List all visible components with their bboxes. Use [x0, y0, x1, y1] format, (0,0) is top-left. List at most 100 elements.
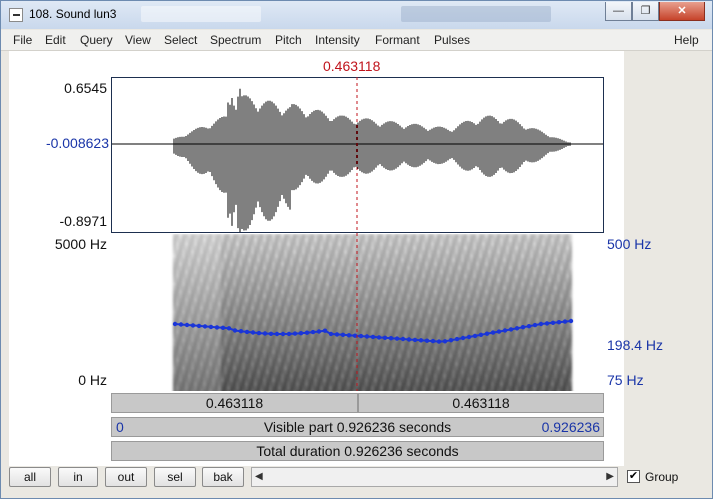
- spectrogram-cell: [407, 386, 410, 390]
- spectrogram-cell: [335, 314, 338, 318]
- spectrogram-cell: [218, 286, 221, 290]
- menu-formant[interactable]: Formant: [375, 33, 420, 47]
- spectrogram-cell: [326, 314, 329, 318]
- spectrogram-cell: [371, 314, 374, 318]
- spectrogram-cell: [245, 258, 248, 262]
- spectrogram-cell: [212, 362, 215, 366]
- spectrogram-cell: [491, 382, 494, 386]
- spectrogram-cell: [194, 378, 197, 382]
- spectrogram-cell: [452, 266, 455, 270]
- spectrogram-cell: [362, 374, 365, 378]
- spectrogram-cell: [287, 326, 290, 330]
- spectrogram-cell: [275, 286, 278, 290]
- spectrogram-cell: [278, 390, 281, 391]
- menu-help[interactable]: Help: [674, 33, 699, 47]
- spectrogram-cell: [473, 294, 476, 298]
- spectrogram-cell: [284, 326, 287, 330]
- spectrogram-cell: [482, 306, 485, 310]
- spectrogram-cell: [260, 314, 263, 318]
- spectrogram-cell: [416, 334, 419, 338]
- spectrogram-cell: [179, 294, 182, 298]
- spectrogram-cell: [293, 338, 296, 342]
- menu-intensity[interactable]: Intensity: [315, 33, 360, 47]
- spectrogram-cell: [461, 250, 464, 254]
- spectrogram-cell: [269, 338, 272, 342]
- spectrogram-cell: [299, 378, 302, 382]
- spectrogram-cell: [323, 250, 326, 254]
- spectrogram-cell: [497, 266, 500, 270]
- menu-view[interactable]: View: [125, 33, 151, 47]
- spectrogram-cell: [473, 282, 476, 286]
- spectrogram-cell: [320, 314, 323, 318]
- spectrogram-cell: [398, 270, 401, 274]
- menu-pulses[interactable]: Pulses: [434, 33, 470, 47]
- spectrogram-cell: [518, 242, 521, 246]
- spectrogram-cell: [299, 374, 302, 378]
- spectrogram-cell: [386, 330, 389, 334]
- spectrogram-cell: [326, 370, 329, 374]
- spectrogram-cell: [500, 386, 503, 390]
- menu-edit[interactable]: Edit: [45, 33, 66, 47]
- spectrogram-cell: [236, 314, 239, 318]
- spectrogram-cell: [266, 290, 269, 294]
- spectrogram-cell: [371, 238, 374, 242]
- spectrogram-cell: [419, 334, 422, 338]
- spectrogram-cell: [293, 314, 296, 318]
- spectrogram-cell: [440, 274, 443, 278]
- spectrogram-cell: [437, 358, 440, 362]
- spectrogram-cell: [425, 278, 428, 282]
- spectrogram-cell: [503, 254, 506, 258]
- spectrogram-cell: [245, 250, 248, 254]
- spectrogram-cell: [413, 370, 416, 374]
- spectrogram-cell: [224, 318, 227, 322]
- spectrogram-cell: [494, 322, 497, 326]
- spectrogram-cell: [230, 358, 233, 362]
- spectrogram-cell: [221, 302, 224, 306]
- spectrogram-cell: [212, 334, 215, 338]
- spectrogram-cell: [491, 258, 494, 262]
- spectrogram-cell: [401, 290, 404, 294]
- spectrogram-cell: [296, 294, 299, 298]
- spectrogram-cell: [482, 338, 485, 342]
- spectrogram-cell: [392, 282, 395, 286]
- spectrogram-cell: [248, 262, 251, 266]
- spectrogram-cell: [359, 254, 362, 258]
- spectrogram-cell: [173, 366, 176, 370]
- spectrogram-cell: [455, 286, 458, 290]
- spectrogram-cell: [473, 242, 476, 246]
- spectrogram-cell: [383, 314, 386, 318]
- spectrogram-cell: [449, 294, 452, 298]
- spectrogram-cell: [248, 318, 251, 322]
- close-button[interactable]: ✕: [659, 2, 705, 21]
- spectrogram-cell: [221, 306, 224, 310]
- spectrogram-cell: [230, 234, 233, 238]
- spectrogram-cell: [365, 306, 368, 310]
- menu-query[interactable]: Query: [80, 33, 113, 47]
- spectrogram-cell: [380, 242, 383, 246]
- spectrogram-cell: [290, 274, 293, 278]
- menu-file[interactable]: File: [13, 33, 32, 47]
- spectrogram-cell: [317, 286, 320, 290]
- spectrogram-cell: [221, 238, 224, 242]
- spectrogram-cell: [329, 262, 332, 266]
- spectrogram-cell: [335, 270, 338, 274]
- menu-spectrum[interactable]: Spectrum: [210, 33, 261, 47]
- spectrogram-cell: [407, 246, 410, 250]
- spectrogram-cell: [371, 250, 374, 254]
- spectrogram-cell: [344, 258, 347, 262]
- spectrogram-cell: [290, 254, 293, 258]
- menu-pitch[interactable]: Pitch: [275, 33, 302, 47]
- maximize-button[interactable]: ❐: [632, 2, 659, 21]
- menu-select[interactable]: Select: [164, 33, 197, 47]
- minimize-button[interactable]: —: [605, 2, 632, 21]
- spectrogram-cell: [209, 258, 212, 262]
- spectrogram-cell: [389, 370, 392, 374]
- spectrogram-cell: [416, 314, 419, 318]
- spectrogram-cell: [191, 262, 194, 266]
- spectrogram-cell: [389, 258, 392, 262]
- spectrogram-cell: [224, 322, 227, 326]
- spectrogram-cell: [191, 298, 194, 302]
- spectrogram-cell: [500, 370, 503, 374]
- spectrogram-cell: [263, 350, 266, 354]
- spectrogram-cell: [185, 310, 188, 314]
